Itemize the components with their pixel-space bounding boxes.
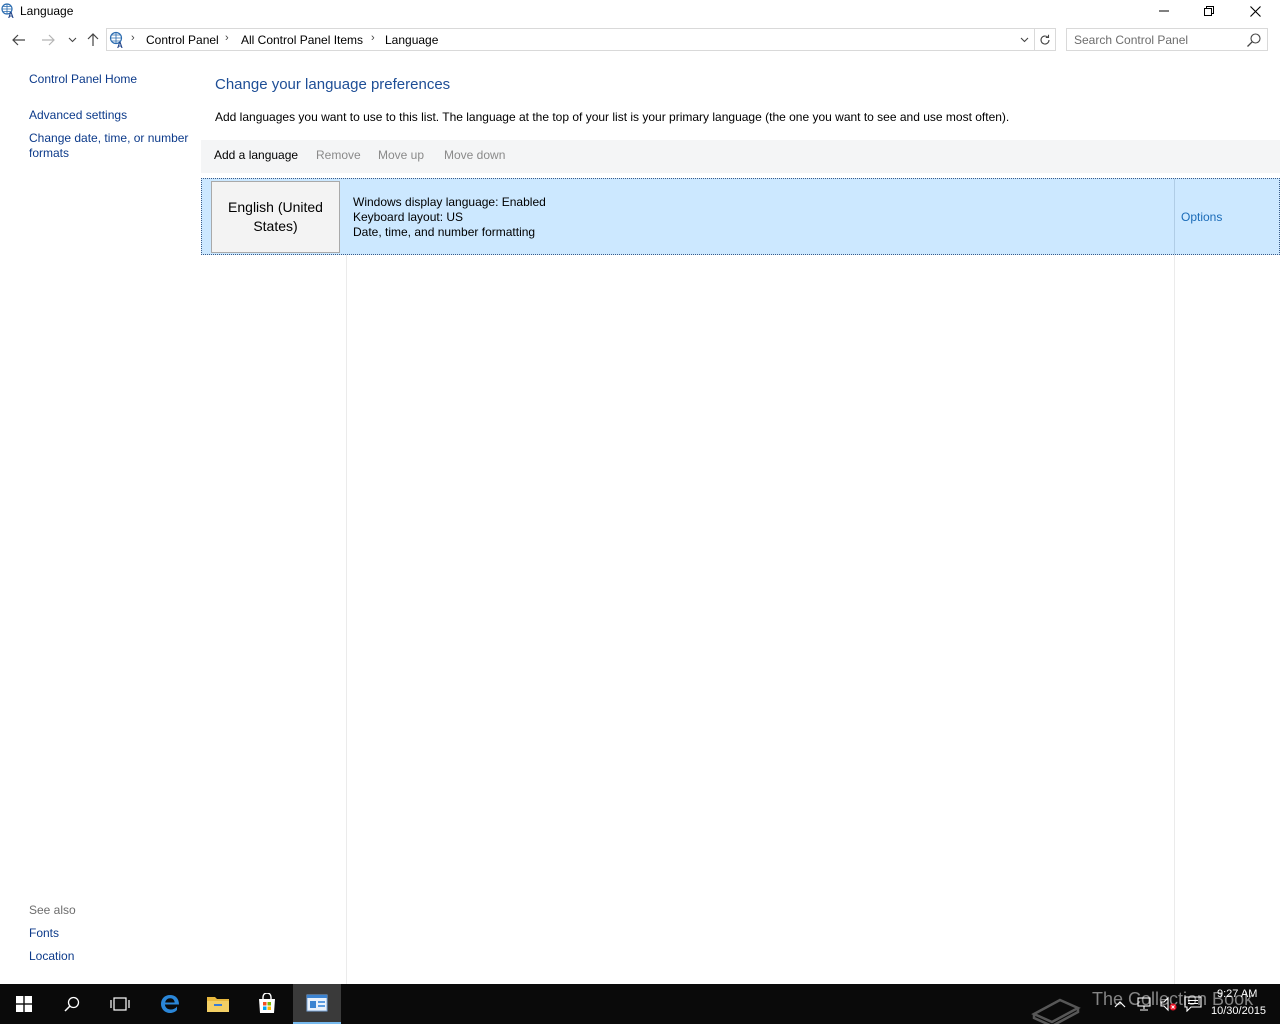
chevron-down-icon (68, 37, 76, 43)
breadcrumb-separator-icon[interactable]: › (131, 32, 135, 44)
control-panel-taskbar-button[interactable] (293, 984, 341, 1024)
move-up-button[interactable]: Move up (378, 148, 424, 162)
network-icon (1137, 997, 1151, 1011)
navigation-bar: A › Control Panel › All Control Panel It… (0, 28, 1280, 52)
breadcrumb-language[interactable]: Language (385, 33, 438, 47)
move-down-button[interactable]: Move down (444, 148, 505, 162)
breadcrumb-control-panel[interactable]: Control Panel (146, 33, 219, 47)
store-button[interactable] (243, 984, 291, 1024)
arrow-up-icon (87, 33, 99, 46)
see-also-label: See also (29, 903, 76, 917)
address-bar[interactable]: A › Control Panel › All Control Panel It… (106, 28, 1035, 51)
language-app-icon: A (1, 3, 14, 19)
svg-text:A: A (117, 41, 123, 49)
language-toolbar: Add a language Remove Move up Move down (201, 140, 1280, 173)
start-button[interactable] (0, 984, 48, 1024)
clock-time[interactable]: 9:27 AM (1217, 988, 1257, 1000)
row-divider (1174, 179, 1175, 254)
advanced-settings-link[interactable]: Advanced settings (29, 108, 127, 123)
volume-tray-button[interactable] (1159, 994, 1179, 1014)
language-details: Windows display language: Enabled Keyboa… (353, 195, 546, 240)
task-view-icon (110, 997, 130, 1011)
taskbar: The Collection Book 9:27 AM 10/30/2015 (0, 984, 1280, 1024)
add-language-button[interactable]: Add a language (214, 148, 298, 162)
change-date-time-formats-link[interactable]: Change date, time, or number formats (29, 131, 194, 161)
search-icon (64, 996, 80, 1012)
minimize-icon (1159, 10, 1169, 12)
svg-text:A: A (8, 11, 14, 19)
action-center-button[interactable] (1183, 994, 1203, 1014)
formatting-status: Date, time, and number formatting (353, 225, 536, 239)
window-title: Language (20, 4, 74, 18)
restore-button[interactable] (1186, 0, 1232, 22)
clock-date[interactable]: 10/30/2015 (1211, 1005, 1266, 1017)
language-options-link[interactable]: Options (1181, 210, 1222, 224)
language-window: A Language A › Control Panel › All Contr… (0, 0, 1280, 984)
arrow-left-icon (12, 34, 25, 46)
search-icon[interactable] (1246, 32, 1262, 48)
remove-button[interactable]: Remove (316, 148, 361, 162)
display-language-status: Windows display language: Enabled (353, 195, 546, 209)
control-panel-icon (306, 994, 328, 1012)
location-link[interactable]: Location (29, 949, 74, 964)
task-view-button[interactable] (96, 984, 144, 1024)
close-button[interactable] (1232, 0, 1278, 22)
taskbar-search-button[interactable] (48, 984, 96, 1024)
page-title: Change your language preferences (215, 76, 451, 93)
keyboard-layout-status: Keyboard layout: US (353, 210, 464, 224)
breadcrumb-separator-icon[interactable]: › (371, 32, 375, 44)
recent-locations-button[interactable] (63, 31, 81, 49)
fonts-link[interactable]: Fonts (29, 926, 59, 941)
book-watermark-icon (1031, 998, 1081, 1024)
close-icon (1249, 5, 1261, 17)
edge-browser-button[interactable] (146, 984, 194, 1024)
column-divider (346, 255, 347, 984)
show-hidden-icons-button[interactable] (1110, 994, 1130, 1014)
left-task-pane: Control Panel Home Advanced settings Cha… (0, 62, 200, 982)
column-divider (1174, 255, 1175, 984)
refresh-button[interactable] (1035, 28, 1056, 51)
back-button[interactable] (10, 31, 28, 49)
language-name-tile[interactable]: English (United States) (211, 181, 340, 253)
breadcrumb-separator-icon[interactable]: › (225, 32, 229, 44)
minimize-button[interactable] (1141, 0, 1187, 22)
search-input[interactable] (1067, 29, 1245, 50)
windows-logo-icon (16, 996, 32, 1012)
control-panel-home-link[interactable]: Control Panel Home (29, 72, 137, 87)
store-bag-icon (259, 993, 275, 1013)
file-explorer-button[interactable] (194, 984, 242, 1024)
search-box[interactable] (1066, 28, 1268, 51)
breadcrumb-all-items[interactable]: All Control Panel Items (241, 33, 363, 47)
folder-icon (207, 997, 229, 1012)
restore-icon (1204, 6, 1214, 16)
network-tray-button[interactable] (1135, 994, 1155, 1014)
arrow-right-icon (42, 34, 55, 46)
refresh-icon (1040, 34, 1050, 45)
chevron-down-icon (1020, 37, 1028, 43)
up-button[interactable] (84, 31, 102, 49)
title-bar[interactable]: A Language (0, 0, 1280, 24)
address-history-button[interactable] (1017, 32, 1031, 48)
language-location-icon: A (109, 31, 123, 49)
chevron-up-icon (1114, 1001, 1126, 1008)
edge-icon (161, 995, 179, 1013)
page-description: Add languages you want to use to this li… (215, 110, 1010, 124)
language-list-item[interactable]: English (United States) Windows display … (201, 178, 1280, 255)
forward-button[interactable] (39, 31, 57, 49)
volume-muted-icon (1160, 996, 1177, 1012)
notification-icon (1184, 996, 1202, 1012)
